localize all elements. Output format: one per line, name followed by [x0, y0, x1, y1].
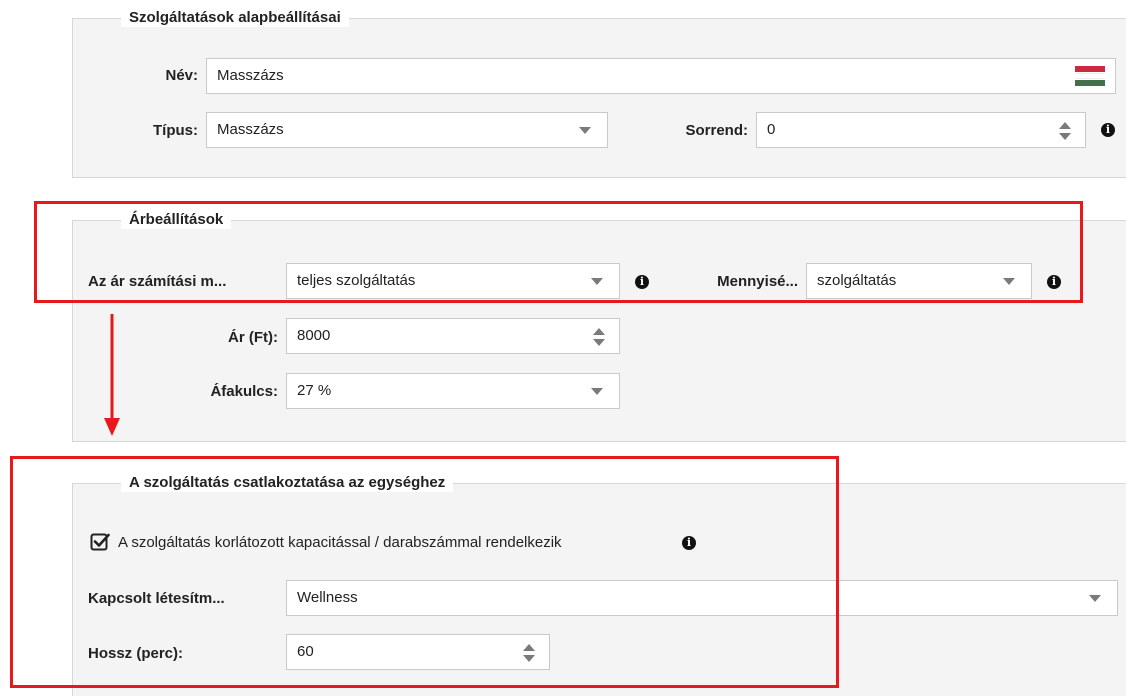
name-input[interactable]: Masszázs — [206, 58, 1116, 94]
highlight-box-price-method — [34, 201, 1083, 303]
chevron-down-icon — [579, 127, 591, 134]
price-value: 8000 — [297, 327, 331, 344]
type-select[interactable]: Masszázs — [206, 112, 608, 148]
basic-settings-legend: Szolgáltatások alapbeállításai — [121, 9, 349, 27]
order-value: 0 — [767, 121, 776, 138]
vat-select[interactable]: 27 % — [286, 373, 620, 409]
chevron-down-icon — [591, 388, 603, 395]
name-value: Masszázs — [217, 67, 284, 84]
basic-settings-fieldset: Szolgáltatások alapbeállításai — [72, 9, 1126, 178]
vat-value: 27 % — [297, 382, 332, 399]
hungarian-flag-icon[interactable] — [1075, 66, 1105, 86]
chevron-down-icon — [1089, 595, 1101, 602]
order-label: Sorrend: — [685, 122, 748, 139]
highlight-box-unit-connection — [10, 456, 839, 688]
arrow-down-icon — [104, 314, 120, 436]
order-stepper[interactable]: 0 — [756, 112, 1086, 148]
type-label: Típus: — [153, 122, 198, 139]
vat-label: Áfakulcs: — [210, 383, 278, 400]
info-icon[interactable]: i — [1101, 123, 1115, 137]
name-label: Név: — [165, 67, 198, 84]
price-stepper[interactable]: 8000 — [286, 318, 620, 354]
price-label: Ár (Ft): — [228, 329, 278, 346]
spinner-icon[interactable] — [1059, 122, 1071, 140]
type-value: Masszázs — [217, 121, 284, 138]
spinner-icon[interactable] — [593, 328, 605, 346]
